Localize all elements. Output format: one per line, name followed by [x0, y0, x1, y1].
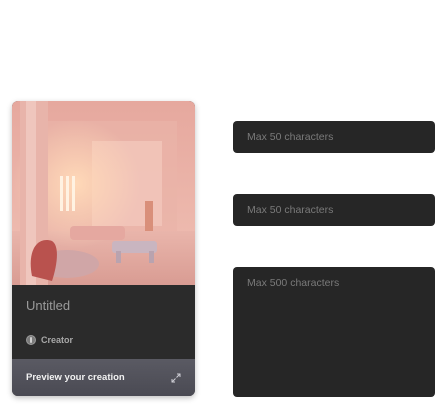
creator-input[interactable] — [233, 194, 435, 226]
cover-image — [12, 101, 195, 285]
preview-label: Preview your creation — [26, 372, 125, 383]
description-input[interactable] — [233, 267, 435, 397]
creator-row: Creator — [26, 335, 73, 345]
creator-label: Creator — [41, 335, 74, 345]
card-title: Untitled — [26, 298, 71, 313]
expand-icon[interactable] — [171, 373, 181, 383]
creator-avatar-icon — [26, 335, 36, 345]
name-input[interactable] — [233, 121, 435, 153]
preview-card: Untitled Creator Preview your creation — [12, 101, 195, 396]
preview-button[interactable]: Preview your creation — [12, 359, 195, 396]
